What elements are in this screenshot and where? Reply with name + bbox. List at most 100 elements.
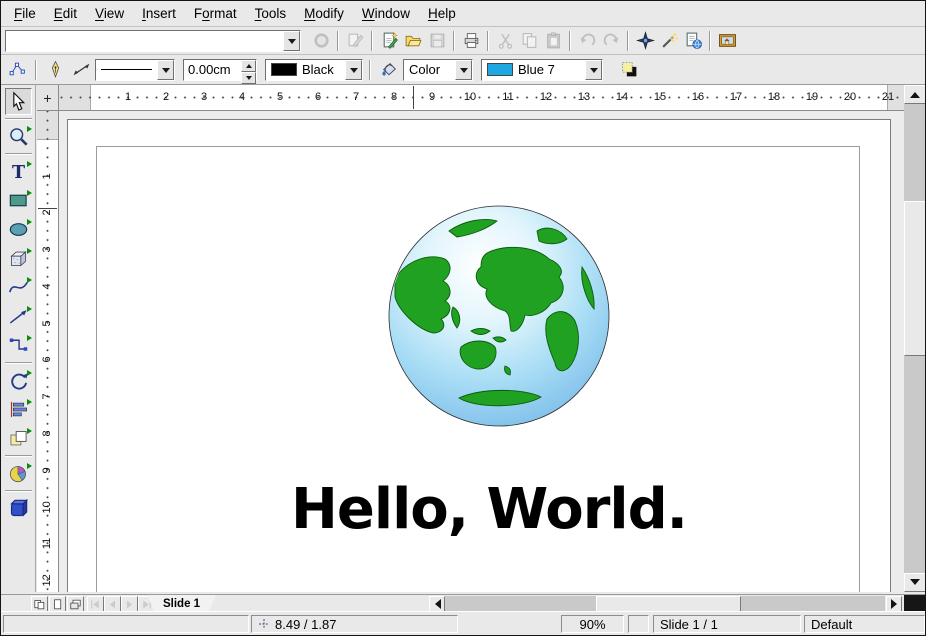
url-combo[interactable]	[5, 30, 301, 52]
ruler-mark: 8	[375, 85, 413, 110]
view-notes-button[interactable]	[49, 596, 66, 612]
horizontal-scrollbar[interactable]	[445, 596, 885, 612]
menu-file[interactable]: File	[5, 2, 45, 25]
line-color-combo[interactable]: Black	[265, 59, 363, 81]
paste-button[interactable]	[541, 29, 565, 53]
first-slide-button[interactable]	[87, 596, 104, 612]
fill-type-combo[interactable]: Color	[403, 59, 473, 81]
menu-insert[interactable]: Insert	[133, 2, 185, 25]
ruler-mark: 3	[37, 239, 59, 260]
redo-button[interactable]	[599, 29, 623, 53]
menu-edit[interactable]: Edit	[45, 2, 86, 25]
slide-title-text[interactable]: Hello, World.	[89, 477, 889, 542]
function-toolbar	[1, 27, 925, 55]
line-width-up-button[interactable]	[241, 60, 256, 72]
autopilot-button[interactable]	[657, 29, 681, 53]
zoom-level-panel[interactable]: 90%	[561, 615, 624, 633]
arrange-tool-button[interactable]	[5, 425, 32, 452]
3d-controller-tool-icon	[8, 498, 29, 519]
line-width-down-button[interactable]	[241, 72, 256, 84]
line-color-dropdown-button[interactable]	[345, 60, 362, 80]
previous-slide-button[interactable]	[104, 596, 121, 612]
url-combo-value[interactable]	[6, 31, 283, 51]
fill-type-dropdown-button[interactable]	[455, 60, 472, 80]
lines-tool-button[interactable]	[5, 303, 32, 330]
line-style-combo[interactable]	[95, 59, 175, 81]
fill-color-combo[interactable]: Blue 7	[481, 59, 603, 81]
menu-view[interactable]: View	[86, 2, 133, 25]
gallery-button[interactable]	[715, 29, 739, 53]
copy-button[interactable]	[517, 29, 541, 53]
toolbar-separator	[453, 31, 455, 51]
vertical-ruler[interactable]: 123456789101112	[37, 111, 59, 592]
print-button[interactable]	[459, 29, 483, 53]
slide-canvas[interactable]: Hello, World.	[59, 111, 904, 592]
menu-window[interactable]: Window	[353, 2, 419, 25]
ellipse-tool-button[interactable]	[5, 216, 32, 243]
menu-help[interactable]: Help	[419, 2, 465, 25]
object-toolbar: 0.00cm Black Color Blue 7	[1, 55, 925, 85]
shadow-button[interactable]	[617, 58, 641, 82]
vertical-scrollbar-thumb[interactable]	[904, 201, 926, 356]
3d-objects-tool-button[interactable]	[5, 245, 32, 272]
scroll-left-button[interactable]	[429, 596, 445, 612]
3d-controller-tool-button[interactable]	[5, 495, 32, 522]
ruler-origin-button[interactable]: +	[37, 85, 59, 111]
arrow-up-icon	[910, 87, 920, 98]
scroll-right-button[interactable]	[886, 596, 902, 612]
connector-tool-button[interactable]	[5, 332, 32, 359]
new-document-button[interactable]	[377, 29, 401, 53]
menu-tools[interactable]: Tools	[246, 2, 296, 25]
ruler-mark: 16	[679, 85, 717, 110]
zoom-tool-icon	[8, 126, 29, 147]
line-width-spinner[interactable]: 0.00cm	[183, 59, 257, 81]
toolbar-separator	[627, 31, 629, 51]
next-slide-button[interactable]	[121, 596, 138, 612]
curve-tool-button[interactable]	[5, 274, 32, 301]
alignment-tool-button[interactable]	[5, 396, 32, 423]
url-combo-dropdown-button[interactable]	[283, 31, 300, 51]
shadow-icon	[620, 60, 639, 79]
zoom-tool-button[interactable]	[5, 123, 32, 150]
page-style-panel[interactable]: Default	[804, 615, 925, 633]
open-icon	[404, 31, 423, 50]
chevron-down-icon	[590, 68, 598, 77]
menu-format[interactable]: Format	[185, 2, 246, 25]
cut-button[interactable]	[493, 29, 517, 53]
fill-color-dropdown-button[interactable]	[585, 60, 602, 80]
origin-icon: +	[43, 90, 51, 106]
edit-points-button[interactable]	[5, 58, 29, 82]
save-button[interactable]	[425, 29, 449, 53]
globe-image[interactable]	[387, 201, 611, 432]
toolbar-separator	[369, 60, 371, 80]
rotate-tool-button[interactable]	[5, 367, 32, 394]
line-button[interactable]	[43, 58, 67, 82]
open-button[interactable]	[401, 29, 425, 53]
navigator-button[interactable]	[633, 29, 657, 53]
scroll-down-button[interactable]	[904, 573, 926, 592]
horizontal-scrollbar-thumb[interactable]	[596, 596, 741, 612]
line-width-value[interactable]: 0.00cm	[184, 60, 241, 80]
line-style-dropdown-button[interactable]	[157, 60, 174, 80]
status-bar: 8.49 / 1.87 90% Slide 1 / 1 Default	[1, 611, 925, 635]
text-tool-button[interactable]	[5, 158, 32, 185]
undo-button[interactable]	[575, 29, 599, 53]
view-layer-button[interactable]	[67, 596, 84, 612]
arrow-style-button[interactable]	[69, 58, 93, 82]
paste-icon	[544, 31, 563, 50]
horizontal-ruler[interactable]: 123456789101112131415161718192021	[59, 85, 904, 111]
vertical-scrollbar[interactable]	[904, 85, 926, 592]
effects-tool-button[interactable]	[5, 460, 32, 487]
view-slide-button[interactable]	[31, 596, 48, 612]
hyperlink-button[interactable]	[681, 29, 705, 53]
spin-down-icon	[246, 76, 252, 83]
scroll-up-button[interactable]	[904, 85, 926, 104]
menu-modify[interactable]: Modify	[295, 2, 353, 25]
stop-button[interactable]	[309, 29, 333, 53]
edit-file-button[interactable]	[343, 29, 367, 53]
select-tool-button[interactable]	[5, 88, 32, 115]
rectangle-tool-button[interactable]	[5, 187, 32, 214]
ruler-mark: 12	[527, 85, 565, 110]
fill-button[interactable]	[377, 58, 401, 82]
fill-type-value[interactable]: Color	[404, 60, 455, 80]
